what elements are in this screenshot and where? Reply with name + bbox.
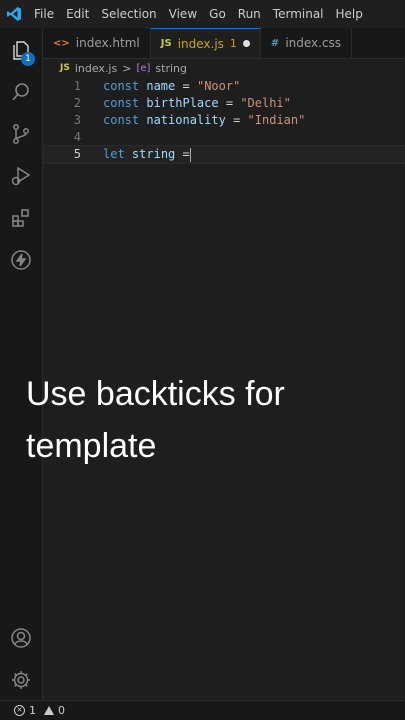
menu-run[interactable]: Run	[232, 0, 267, 28]
warning-count[interactable]: 0	[58, 704, 65, 717]
string-literal: "Noor"	[196, 79, 241, 93]
html-file-icon: <>	[53, 37, 70, 49]
warning-icon[interactable]	[44, 706, 54, 715]
code-text: let string =	[103, 146, 191, 163]
video-caption: Use backticks for template	[26, 375, 285, 465]
settings-gear-icon[interactable]	[0, 660, 42, 700]
operator: =	[225, 96, 234, 110]
identifier: birthPlace	[146, 96, 219, 110]
menu-go[interactable]: Go	[203, 0, 232, 28]
tab-label: index.js	[177, 36, 224, 51]
code-line: 2 const birthPlace = "Delhi"	[43, 95, 405, 112]
account-icon[interactable]	[0, 618, 42, 658]
tab-label: index.css	[285, 36, 342, 50]
menu-help[interactable]: Help	[330, 0, 369, 28]
menu-view[interactable]: View	[163, 0, 203, 28]
activity-bar: 1	[0, 28, 43, 700]
js-file-icon: JS	[60, 63, 70, 73]
editor-tabs: <> index.html JS index.js 1 # index.css	[43, 28, 405, 59]
breadcrumb: JS index.js > [e] string	[60, 60, 187, 76]
keyword: const	[103, 113, 140, 127]
line-number: 1	[73, 79, 81, 93]
code-text: const birthPlace = "Delhi"	[103, 95, 291, 112]
source-control-icon[interactable]	[0, 114, 42, 154]
keyword: let	[103, 147, 125, 161]
operator: =	[182, 147, 190, 161]
code-text: const name = "Noor"	[103, 78, 240, 95]
menu-file[interactable]: File	[28, 0, 60, 28]
explorer-badge: 1	[21, 52, 35, 66]
files-icon[interactable]: 1	[0, 30, 42, 70]
lightning-icon[interactable]	[0, 240, 42, 280]
vscode-logo-icon	[0, 0, 28, 28]
string-literal: "Delhi"	[240, 96, 291, 110]
title-bar: File Edit Selection View Go Run Terminal…	[0, 0, 405, 28]
keyword: const	[103, 96, 140, 110]
code-line: 4	[43, 129, 405, 146]
line-number: 2	[73, 96, 81, 110]
string-literal: "Indian"	[247, 113, 306, 127]
status-bar: ✕ 1 0	[0, 700, 405, 720]
breadcrumb-symbol[interactable]: string	[155, 62, 187, 75]
breadcrumb-file[interactable]: index.js	[75, 62, 117, 75]
tab-index-css[interactable]: # index.css	[261, 28, 353, 58]
extensions-icon[interactable]	[0, 198, 42, 238]
error-icon[interactable]: ✕	[14, 705, 25, 716]
code-line: 3 const nationality = "Indian"	[43, 112, 405, 129]
identifier: name	[146, 79, 176, 93]
identifier: string	[131, 147, 176, 161]
css-file-icon: #	[270, 37, 280, 49]
tab-index-js[interactable]: JS index.js 1	[150, 28, 261, 58]
menu-bar: File Edit Selection View Go Run Terminal…	[28, 0, 369, 28]
search-icon[interactable]	[0, 72, 42, 112]
line-number: 5	[73, 147, 81, 161]
line-number: 4	[73, 130, 81, 144]
menu-edit[interactable]: Edit	[60, 0, 95, 28]
error-count[interactable]: 1	[29, 704, 36, 717]
chevron-right-icon: >	[122, 61, 132, 75]
tab-label: index.html	[75, 36, 140, 50]
run-debug-icon[interactable]	[0, 156, 42, 196]
operator: =	[233, 113, 241, 127]
unsaved-dot-icon[interactable]	[242, 40, 250, 47]
problem-count: 1	[229, 37, 237, 50]
code-text: const nationality = "Indian"	[103, 112, 305, 129]
variable-symbol-icon: [e]	[136, 62, 151, 74]
text-cursor	[189, 147, 191, 162]
menu-terminal[interactable]: Terminal	[267, 0, 330, 28]
identifier: nationality	[146, 113, 226, 127]
current-code-line: 5 let string =	[43, 145, 405, 164]
line-number: 3	[73, 113, 81, 127]
operator: =	[182, 79, 190, 93]
js-file-icon: JS	[160, 38, 172, 49]
keyword: const	[103, 79, 140, 93]
menu-selection[interactable]: Selection	[95, 0, 162, 28]
code-line: 1 const name = "Noor"	[43, 78, 405, 95]
tab-index-html[interactable]: <> index.html	[43, 28, 151, 58]
